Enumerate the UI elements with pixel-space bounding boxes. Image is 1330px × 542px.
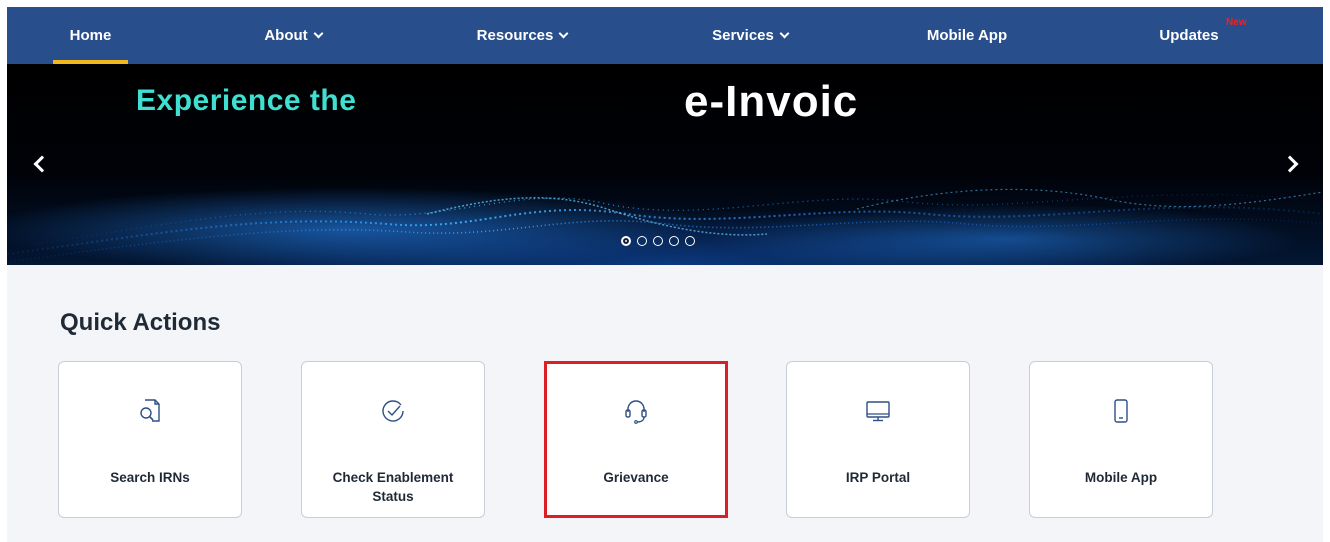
- chevron-left-icon[interactable]: [28, 152, 52, 176]
- carousel-indicators: [621, 236, 695, 246]
- quick-action-grievance[interactable]: Grievance: [544, 361, 728, 518]
- nav-updates-label: Updates: [1159, 27, 1219, 44]
- banner-headline-left: Experience the: [136, 84, 357, 117]
- headset-icon: [625, 400, 647, 424]
- nav-about[interactable]: About: [243, 7, 343, 64]
- carousel-dot-5[interactable]: [685, 236, 695, 246]
- chevron-down-icon: [779, 28, 790, 38]
- nav-about-label: About: [264, 27, 308, 44]
- carousel-dot-2[interactable]: [637, 236, 647, 246]
- quick-action-check-enablement-status[interactable]: Check Enablement Status: [301, 361, 485, 518]
- nav-home[interactable]: Home: [53, 7, 128, 64]
- quick-action-label: Grievance: [603, 470, 669, 485]
- nav-mobile-app[interactable]: Mobile App: [917, 7, 1017, 64]
- chevron-down-icon: [558, 28, 569, 38]
- chevron-right-icon[interactable]: [1280, 152, 1304, 176]
- new-badge: New: [1226, 17, 1247, 28]
- check-circle-icon: [382, 400, 404, 422]
- nav-updates[interactable]: Updates New: [1153, 7, 1246, 64]
- page: Home About Resources Services Mobile App…: [7, 7, 1323, 542]
- carousel-dot-1[interactable]: [621, 236, 631, 246]
- quick-action-label: IRP Portal: [845, 470, 911, 485]
- carousel-dot-4[interactable]: [669, 236, 679, 246]
- hero-banner-carousel: Experience the e-Invoic: [7, 64, 1323, 265]
- nav-mobile-app-label: Mobile App: [926, 27, 1008, 44]
- nav-home-label: Home: [69, 27, 112, 44]
- quick-action-label: Check Enablement Status: [332, 470, 454, 504]
- nav-resources-label: Resources: [476, 27, 554, 44]
- nav-services[interactable]: Services: [695, 7, 805, 64]
- monitor-icon: [866, 401, 890, 422]
- quick-action-irp-portal[interactable]: IRP Portal: [786, 361, 970, 518]
- quick-action-search-irns[interactable]: Search IRNs: [58, 361, 242, 518]
- quick-actions-title: Quick Actions: [60, 309, 221, 336]
- carousel-dot-3[interactable]: [653, 236, 663, 246]
- quick-action-label: Search IRNs: [110, 470, 190, 485]
- nav-services-label: Services: [712, 27, 774, 44]
- quick-action-label: Mobile App: [1084, 470, 1158, 485]
- search-document-icon: [140, 399, 160, 422]
- banner-headline-right: e-Invoic: [684, 77, 859, 126]
- smartphone-icon: [1114, 399, 1128, 423]
- quick-action-mobile-app[interactable]: Mobile App: [1029, 361, 1213, 518]
- nav-resources[interactable]: Resources: [459, 7, 585, 64]
- chevron-down-icon: [313, 28, 324, 38]
- main-navbar: Home About Resources Services Mobile App…: [7, 7, 1323, 64]
